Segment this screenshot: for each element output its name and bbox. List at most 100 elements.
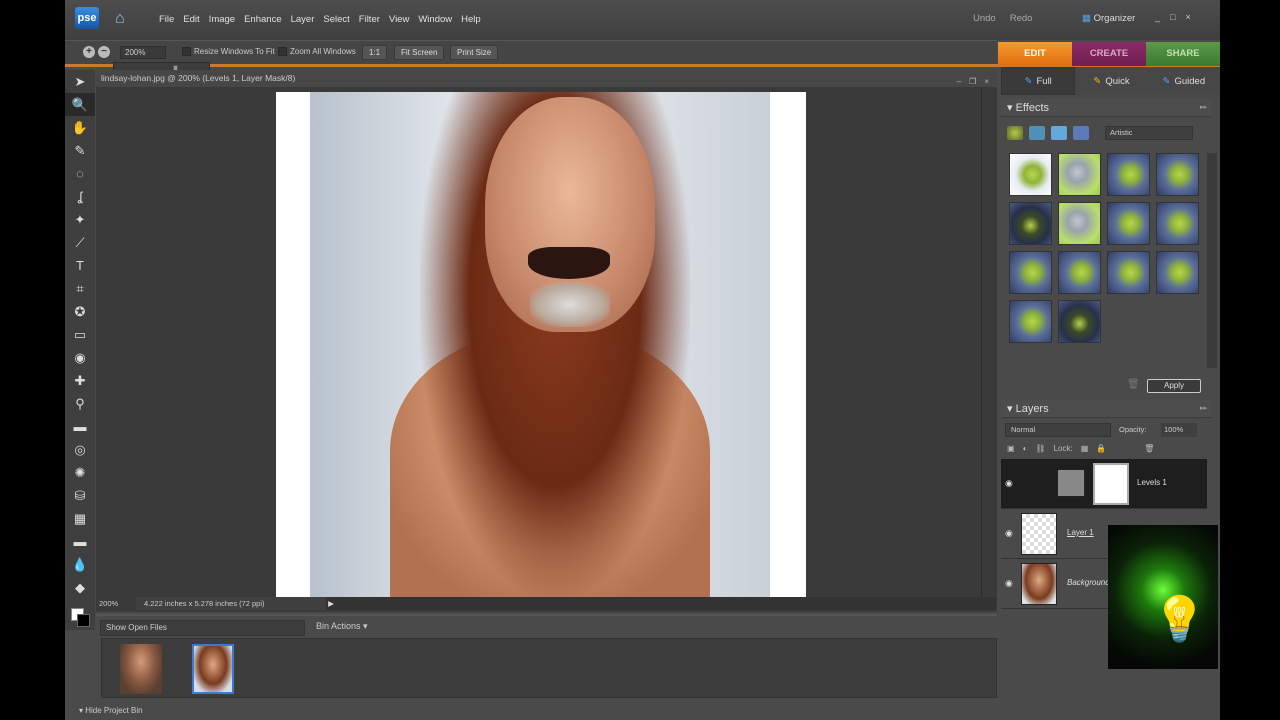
menu-select[interactable]: Select [323,14,349,25]
zoom-field[interactable]: 200% [120,46,166,59]
tab-full[interactable]: ✎ Full [1001,67,1076,95]
tab-create[interactable]: CREATE [1072,42,1146,66]
image-canvas[interactable] [276,92,806,597]
photo-effects-icon[interactable] [1051,126,1067,140]
opacity-field[interactable]: 100% [1161,423,1197,437]
menu-image[interactable]: Image [209,14,235,25]
gradient-tool-icon[interactable]: ▦ [65,507,95,530]
smart-brush-tool-icon[interactable]: ◎ [65,438,95,461]
effect-thumbnail[interactable] [1009,202,1052,245]
maximize-button[interactable]: □ [1170,12,1175,22]
delete-layer-icon[interactable]: 🗑 [1144,444,1154,453]
effect-thumbnail[interactable] [1058,251,1101,294]
lock-transparent-icon[interactable]: ▦ [1081,444,1089,453]
close-button[interactable]: × [1185,12,1190,22]
visibility-eye-icon[interactable]: ◉ [1005,528,1013,539]
resize-windows-checkbox[interactable]: Resize Windows To Fit [182,47,275,56]
print-size-button[interactable]: Print Size [450,45,499,60]
eraser-tool-icon[interactable]: ▬ [65,415,95,438]
menu-layer[interactable]: Layer [291,14,315,25]
link-icon[interactable]: ⛓ [1035,444,1045,453]
effects-scrollbar[interactable] [1207,153,1217,368]
apply-button[interactable]: Apply [1147,379,1201,393]
layer-name[interactable]: Levels 1 [1137,478,1167,487]
eyedropper-tool-icon[interactable]: ✎ [65,139,95,162]
effect-thumbnail[interactable] [1107,153,1150,196]
clone-stamp-tool-icon[interactable]: ⚲ [65,392,95,415]
vertical-scrollbar[interactable] [981,87,994,597]
visibility-eye-icon[interactable]: ◉ [1005,478,1013,489]
menu-window[interactable]: Window [418,14,452,25]
home-icon[interactable]: ⌂ [115,10,133,28]
new-layer-icon[interactable]: ▣ [1007,444,1015,453]
adjustment-layer-icon[interactable]: ◐ [1023,444,1028,453]
menu-help[interactable]: Help [461,14,481,25]
menu-file[interactable]: File [159,14,174,25]
detail-brush-tool-icon[interactable]: ✺ [65,461,95,484]
layer-name[interactable]: Layer 1 [1067,528,1094,537]
redo-button[interactable]: Redo [1010,13,1033,24]
shape-tool-icon[interactable]: ▬ [65,530,95,553]
healing-tool-icon[interactable]: ✚ [65,369,95,392]
layers-panel-header[interactable]: ▾ Layers ▸▸ [1001,400,1211,418]
effect-thumbnail[interactable] [1009,153,1052,196]
undo-button[interactable]: Undo [973,13,996,24]
layer-levels-1[interactable]: ◉ Levels 1 [1001,459,1207,509]
quick-selection-tool-icon[interactable]: ⟋ [65,231,95,254]
effects-panel-header[interactable]: ▾ Effects ▸▸ [1001,99,1211,117]
menu-view[interactable]: View [389,14,409,25]
status-menu-arrow[interactable]: ▶ [326,597,336,610]
tab-guided[interactable]: ✎ Guided [1148,67,1220,95]
zoom-tool-icon[interactable]: 🔍 [65,93,95,116]
lock-all-icon[interactable]: 🔒 [1096,444,1106,453]
menu-filter[interactable]: Filter [359,14,380,25]
bin-show-select[interactable]: Show Open Files [100,620,305,636]
blend-mode-select[interactable]: Normal [1005,423,1111,437]
doc-minimize-button[interactable]: – [957,73,961,90]
menu-edit[interactable]: Edit [183,14,199,25]
type-tool-icon[interactable]: T [65,254,95,277]
minimize-button[interactable]: _ [1155,12,1160,22]
effect-thumbnail[interactable] [1107,251,1150,294]
background-color[interactable] [77,614,90,627]
visibility-eye-icon[interactable]: ◉ [1005,578,1013,589]
crop-tool-icon[interactable]: ⌗ [65,277,95,300]
horizontal-scrollbar[interactable] [276,597,996,610]
sponge-tool-icon[interactable]: ◆ [65,576,95,599]
doc-restore-button[interactable]: ❐ [969,73,976,90]
cookie-cutter-tool-icon[interactable]: ✪ [65,300,95,323]
bin-thumb-edited[interactable] [192,644,234,694]
effect-thumbnail[interactable] [1009,300,1052,343]
tab-quick[interactable]: ✎ Quick [1075,67,1147,95]
zoom-all-checkbox[interactable]: Zoom All Windows [278,47,356,56]
panel-menu-icon[interactable]: ▸▸ [1200,99,1207,117]
organizer-button[interactable]: ▦ Organizer [1082,13,1135,24]
filters-icon[interactable] [1007,126,1023,140]
effect-thumbnail[interactable] [1107,202,1150,245]
effect-thumbnail[interactable] [1058,202,1101,245]
zoom-out-button[interactable]: − [98,46,110,58]
tab-edit[interactable]: EDIT [998,42,1072,66]
tab-share[interactable]: SHARE [1146,42,1220,66]
lasso-tool-icon[interactable]: ʆ [65,185,95,208]
effect-thumbnail[interactable] [1156,153,1199,196]
menu-enhance[interactable]: Enhance [244,14,282,25]
one-to-one-button[interactable]: 1:1 [362,45,388,60]
effect-thumbnail[interactable] [1058,153,1101,196]
red-eye-tool-icon[interactable]: ◉ [65,346,95,369]
effect-thumbnail[interactable] [1009,251,1052,294]
layer-name[interactable]: Background [1067,578,1110,587]
hand-tool-icon[interactable]: ✋ [65,116,95,139]
bin-actions-menu[interactable]: Bin Actions ▾ [316,621,368,632]
layer-mask-thumb[interactable] [1093,463,1129,505]
effects-category-select[interactable]: Artistic [1105,126,1193,140]
zoom-in-button[interactable]: + [83,46,95,58]
magic-wand-tool-icon[interactable]: ✦ [65,208,95,231]
effects-trash-icon[interactable]: 🗑 [1127,379,1140,390]
effect-thumbnail[interactable] [1156,251,1199,294]
blur-tool-icon[interactable]: 💧 [65,553,95,576]
effect-thumbnail[interactable] [1058,300,1101,343]
paint-bucket-tool-icon[interactable]: ⛁ [65,484,95,507]
bin-thumb-old-man[interactable] [120,644,162,694]
fx-all-icon[interactable] [1073,126,1089,140]
